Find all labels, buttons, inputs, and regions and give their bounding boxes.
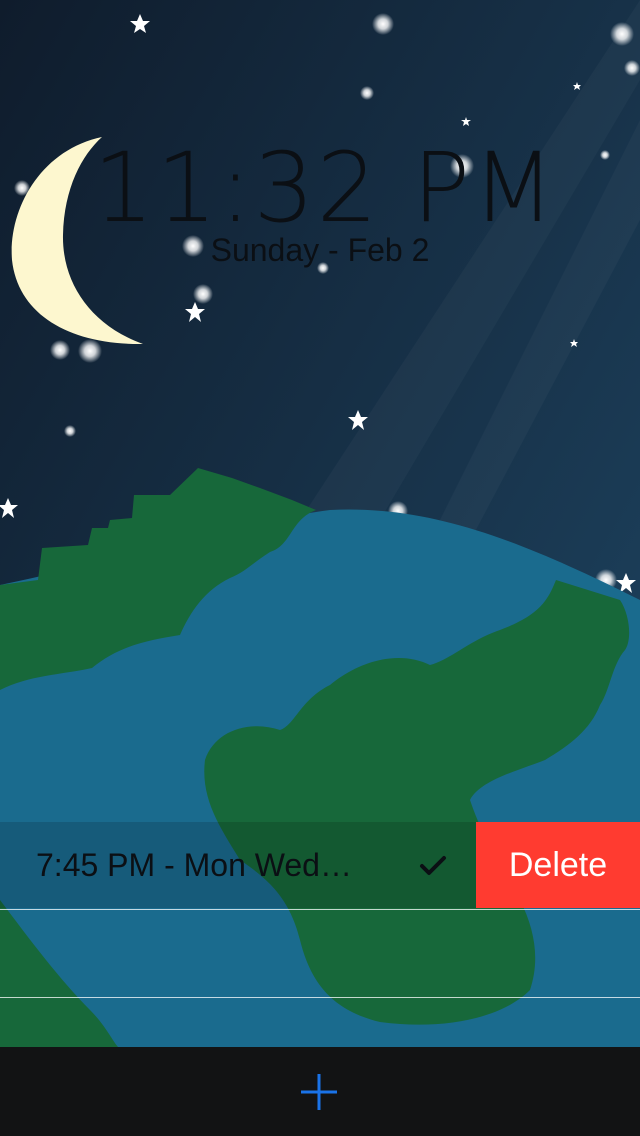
checkmark-icon[interactable]: [418, 850, 448, 880]
clock-time: 11:32 PM: [93, 132, 557, 244]
alarm-label: 7:45 PM - Mon Wed…: [36, 847, 352, 883]
row-separator: [0, 997, 640, 998]
empty-list-row: [0, 910, 640, 996]
plus-icon[interactable]: [298, 1071, 340, 1113]
alarm-row[interactable]: 7:45 PM - Mon Wed… Delete: [0, 822, 640, 908]
clock-date: Sunday - Feb 2: [210, 232, 430, 268]
delete-button[interactable]: Delete: [476, 822, 640, 908]
